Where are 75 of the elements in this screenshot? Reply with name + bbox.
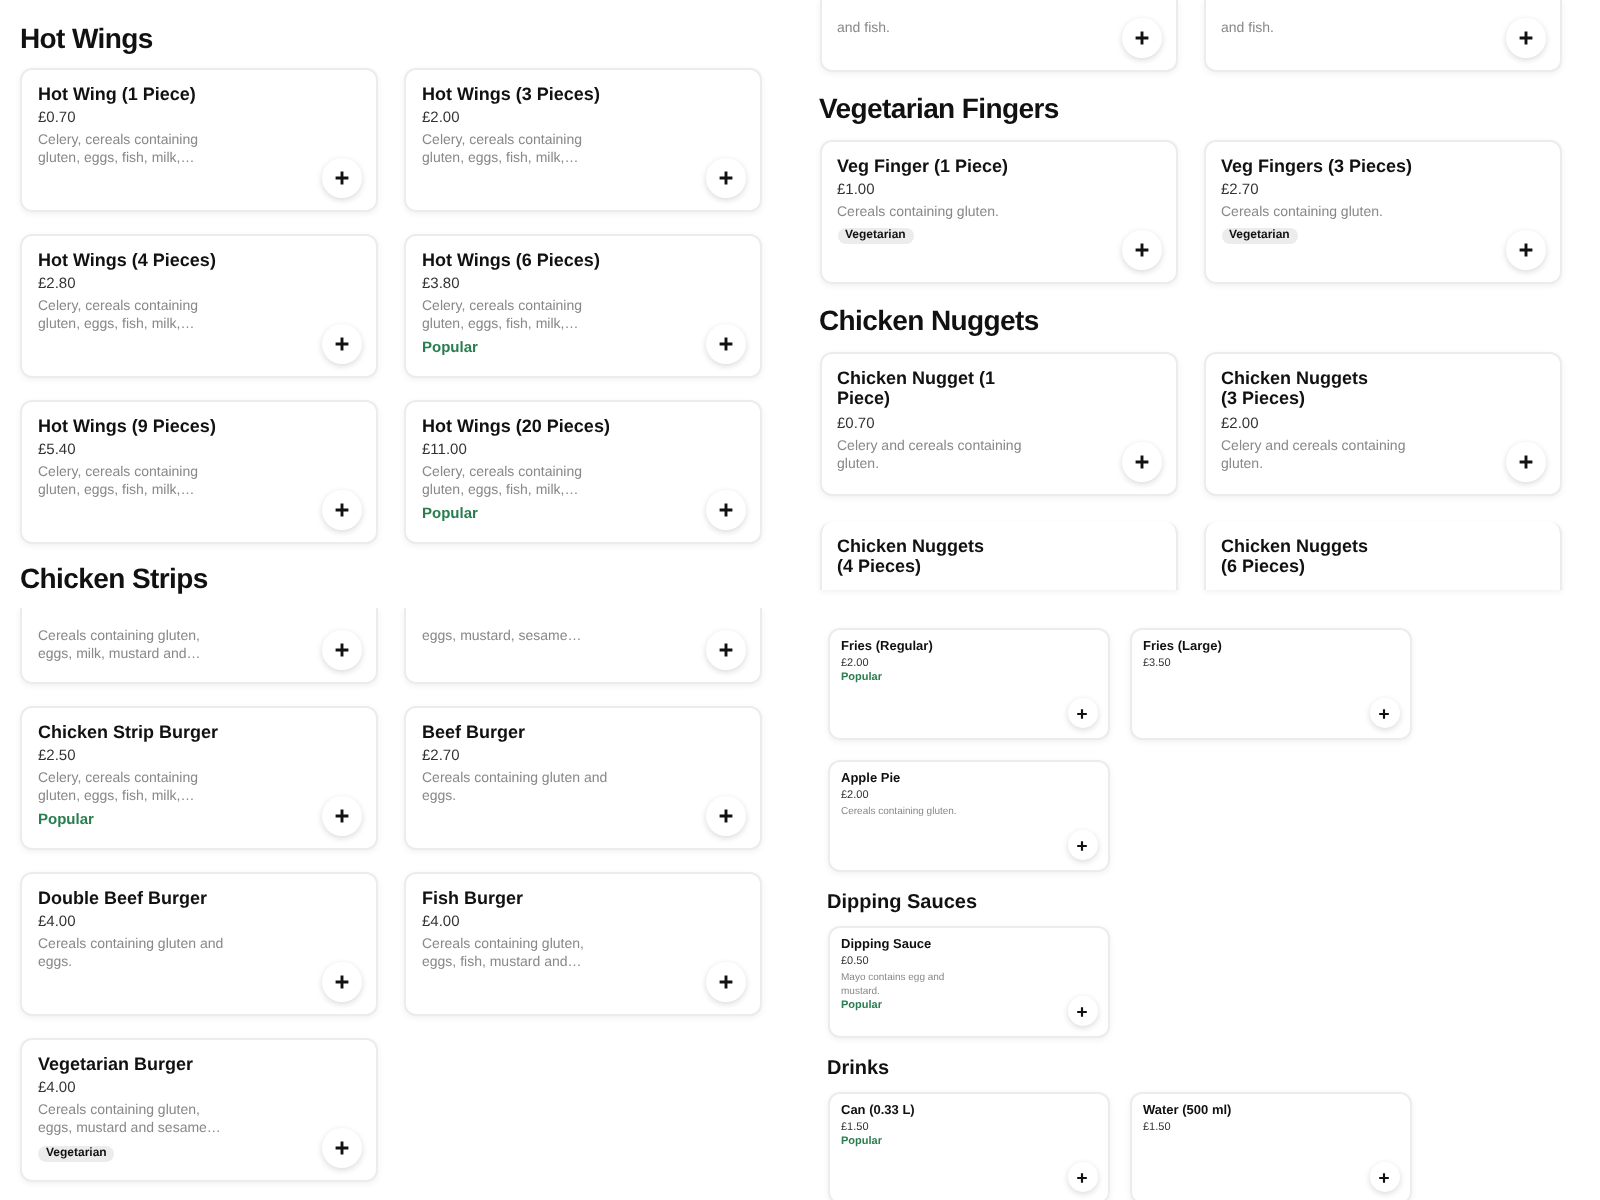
add-button[interactable] (706, 324, 746, 364)
add-button[interactable] (322, 796, 362, 836)
plus-icon (1076, 1005, 1088, 1017)
plus-icon (334, 642, 350, 658)
item-title: Hot Wings (6 Pieces) (422, 250, 600, 271)
section-heading: Vegetarian Fingers (819, 92, 1061, 124)
plus-icon (1378, 707, 1390, 719)
item-title: Hot Wings (20 Pieces) (422, 416, 610, 437)
section-heading: Dipping Sauces (827, 892, 980, 914)
add-button[interactable] (1505, 18, 1545, 58)
add-button[interactable] (1067, 996, 1097, 1026)
add-button[interactable] (1067, 830, 1097, 860)
plus-icon (718, 170, 734, 186)
add-button[interactable] (1505, 442, 1545, 482)
add-button[interactable] (1505, 230, 1545, 270)
item-title: Chicken Nuggets (3 Pieces) (1221, 368, 1371, 410)
add-button[interactable] (322, 158, 362, 198)
add-button[interactable] (706, 490, 746, 530)
plus-icon (718, 336, 734, 352)
item-title: Fish Burger (422, 888, 524, 909)
section-heading: Hot Wings (20, 22, 155, 54)
section-heading: Chicken Nuggets (819, 304, 1041, 336)
add-button[interactable] (1067, 1162, 1097, 1192)
add-button[interactable] (322, 630, 362, 670)
item-title: Hot Wings (3 Pieces) (422, 84, 600, 105)
section-heading: Drinks (827, 1058, 892, 1080)
item-title: Veg Fingers (3 Pieces) (1221, 156, 1413, 177)
add-button[interactable] (1121, 442, 1161, 482)
add-button[interactable] (322, 490, 362, 530)
plus-icon (718, 974, 734, 990)
item-title: Chicken Nuggets (6 Pieces) (1221, 536, 1371, 578)
plus-icon (1378, 1171, 1390, 1183)
add-button[interactable] (706, 796, 746, 836)
plus-icon (1517, 242, 1533, 258)
item-title: Chicken Strip Burger (38, 722, 219, 743)
plus-icon (1133, 454, 1149, 470)
item-title: Chicken Nuggets (4 Pieces) (837, 536, 987, 578)
plus-icon (334, 502, 350, 518)
menu-item-card[interactable]: Chicken Nuggets (4 Pieces) (819, 522, 1177, 590)
plus-icon (1133, 30, 1149, 46)
plus-icon (334, 336, 350, 352)
plus-icon (334, 808, 350, 824)
add-button[interactable] (1369, 698, 1399, 728)
plus-icon (718, 808, 734, 824)
plus-icon (1517, 30, 1533, 46)
add-button[interactable] (1067, 698, 1097, 728)
add-button[interactable] (322, 1128, 362, 1168)
item-title: Chicken Nugget (1 Piece) (837, 368, 997, 410)
plus-icon (1076, 839, 1088, 851)
section-heading: Chicken Strips (20, 562, 210, 594)
plus-icon (334, 170, 350, 186)
plus-icon (718, 502, 734, 518)
add-button[interactable] (706, 158, 746, 198)
plus-icon (1517, 454, 1533, 470)
plus-icon (1133, 242, 1149, 258)
plus-icon (334, 1140, 350, 1156)
add-button[interactable] (1369, 1162, 1399, 1192)
item-title: Hot Wing (1 Piece) (38, 84, 196, 105)
add-button[interactable] (1121, 230, 1161, 270)
item-title: Hot Wings (9 Pieces) (38, 416, 216, 437)
plus-icon (1076, 1171, 1088, 1183)
item-title: Beef Burger (422, 722, 526, 743)
add-button[interactable] (706, 630, 746, 670)
item-title: Double Beef Burger (38, 888, 208, 909)
add-button[interactable] (322, 324, 362, 364)
plus-icon (1076, 707, 1088, 719)
add-button[interactable] (1121, 18, 1161, 58)
plus-icon (334, 974, 350, 990)
item-title: Vegetarian Burger (38, 1054, 194, 1075)
plus-icon (718, 642, 734, 658)
add-button[interactable] (706, 962, 746, 1002)
add-button[interactable] (322, 962, 362, 1002)
item-title: Hot Wings (4 Pieces) (38, 250, 216, 271)
item-title: Veg Finger (1 Piece) (837, 156, 1009, 177)
menu-item-card[interactable]: Chicken Nuggets (6 Pieces) (1203, 522, 1561, 590)
